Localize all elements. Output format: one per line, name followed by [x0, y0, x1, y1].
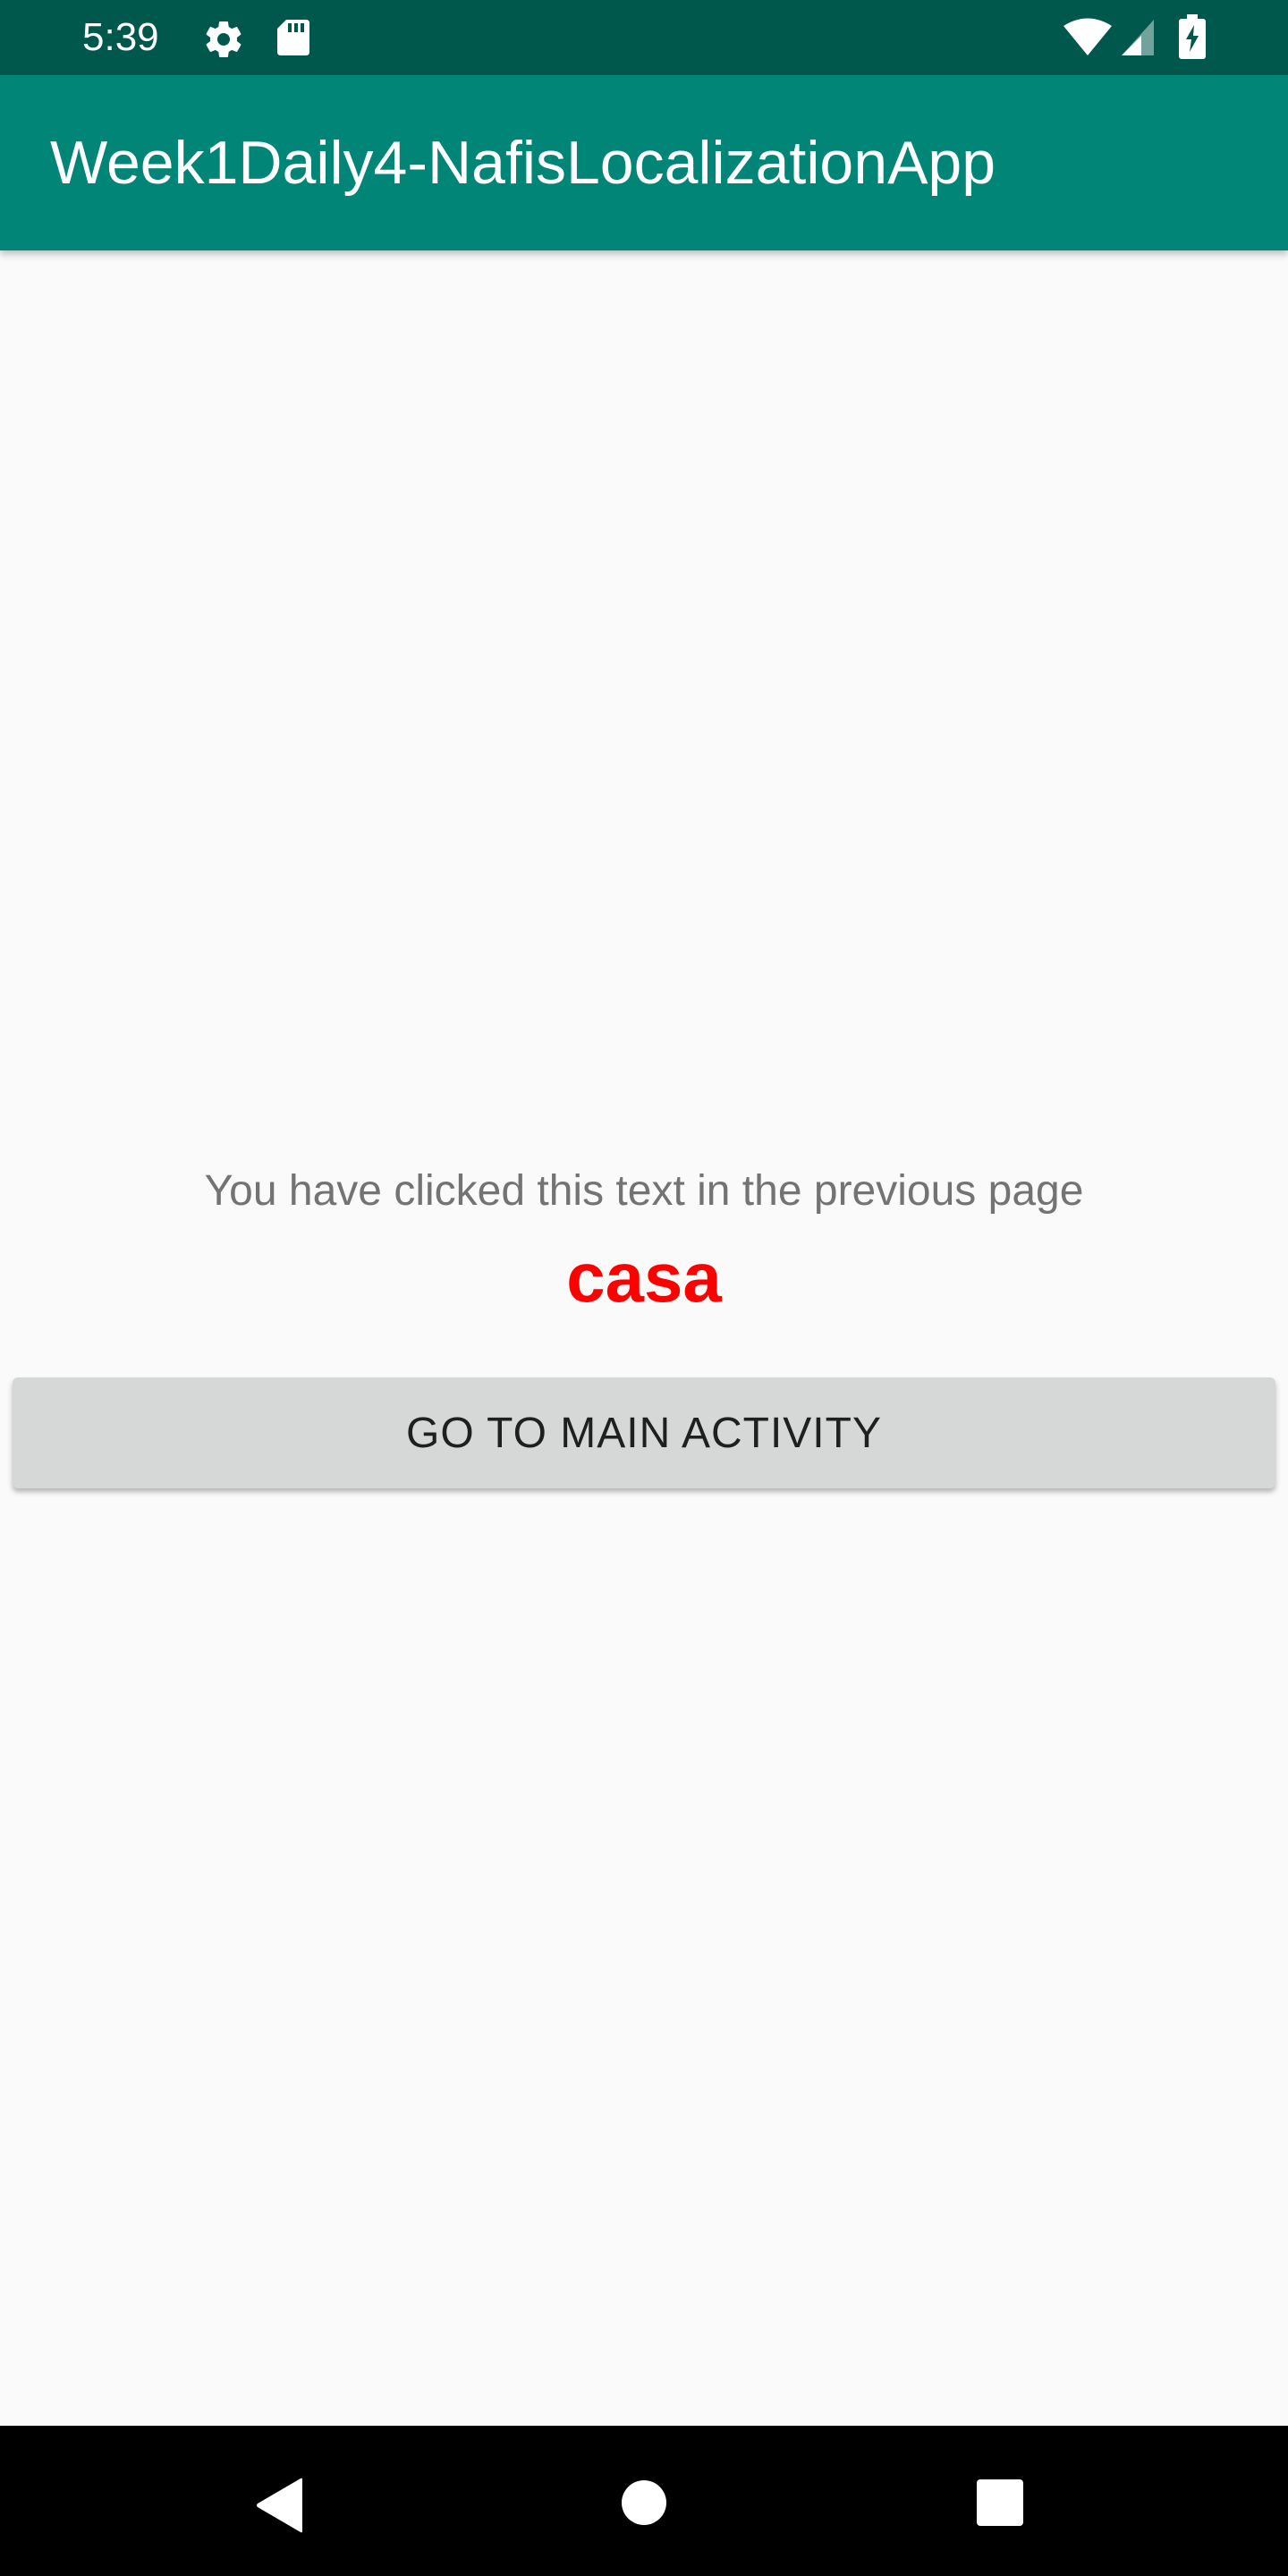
clicked-word: casa — [566, 1238, 722, 1317]
status-bar: 5:39 — [0, 0, 1288, 75]
clicked-text-message: You have clicked this text in the previo… — [204, 1167, 1084, 1215]
gear-icon — [206, 21, 242, 57]
battery-charging-icon — [1179, 14, 1206, 59]
app-title: Week1Daily4-NafisLocalizationApp — [50, 129, 996, 197]
main-content: You have clicked this text in the previo… — [0, 250, 1288, 2426]
recents-icon[interactable] — [977, 2479, 1023, 2526]
status-time: 5:39 — [82, 15, 159, 59]
back-icon[interactable] — [254, 2478, 306, 2533]
wifi-icon — [1063, 18, 1112, 55]
navigation-bar — [0, 2426, 1288, 2576]
go-to-main-activity-button[interactable]: GO TO MAIN ACTIVITY — [13, 1377, 1275, 1488]
cell-signal-icon — [1122, 20, 1154, 55]
home-icon[interactable] — [621, 2479, 667, 2526]
app-bar: Week1Daily4-NafisLocalizationApp — [0, 75, 1288, 250]
sd-card-icon — [277, 20, 309, 55]
